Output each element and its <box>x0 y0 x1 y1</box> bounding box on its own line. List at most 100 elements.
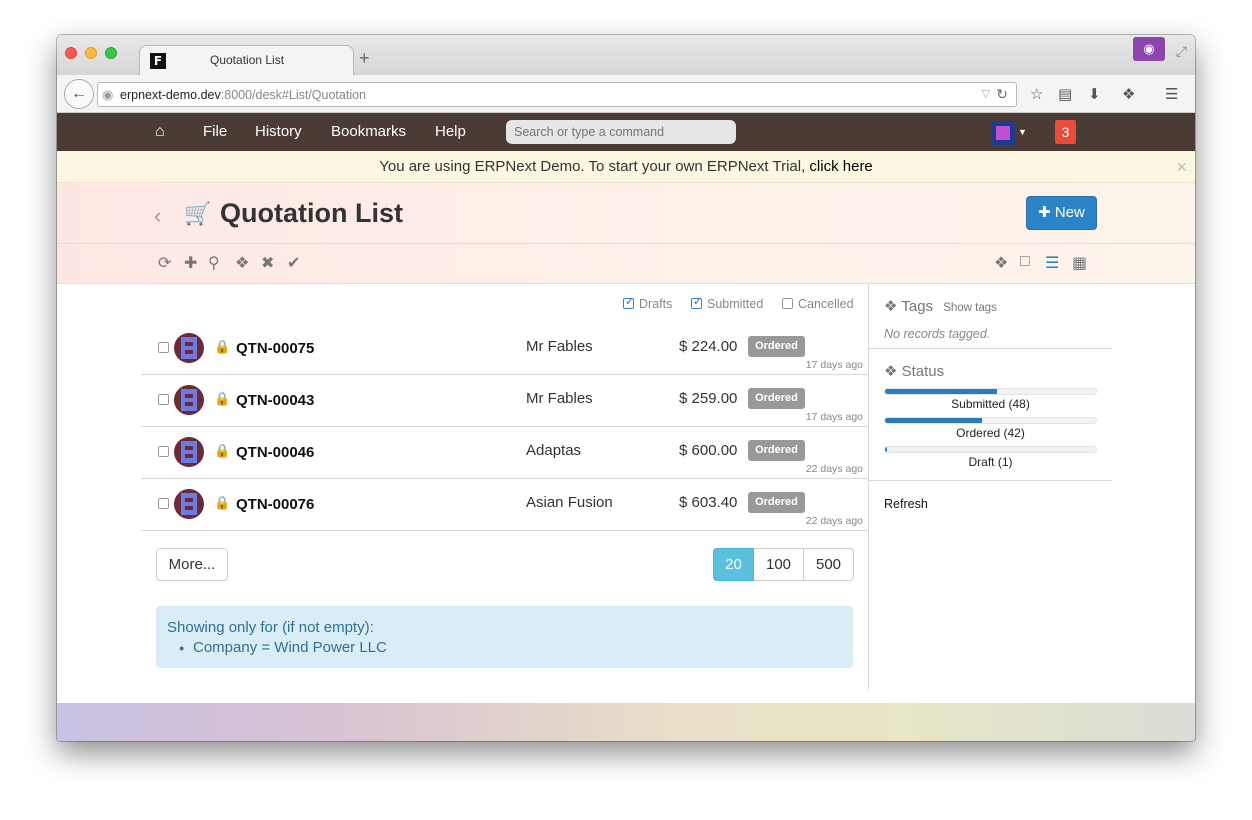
avatar <box>174 437 204 467</box>
default-filter-info: Showing only for (if not empty): Company… <box>156 606 853 668</box>
status-bar-ordered[interactable] <box>884 417 1097 424</box>
grand-total: $ 224.00 <box>679 338 738 355</box>
url-bar[interactable]: ◉ erpnext-demo.dev:8000/desk#List/Quotat… <box>97 82 1017 107</box>
row-checkbox[interactable] <box>158 394 169 405</box>
private-mask-icon[interactable]: ◉ <box>1133 37 1165 61</box>
filter-submitted-label: Submitted <box>707 297 764 311</box>
page-size-20[interactable]: 20 <box>713 548 754 581</box>
trial-link[interactable]: click here <box>809 158 872 175</box>
nav-history[interactable]: History <box>255 123 302 140</box>
modified-time: 22 days ago <box>805 463 863 475</box>
filter-submitted[interactable]: Submitted <box>691 295 764 311</box>
status-label-ordered[interactable]: Ordered (42) <box>884 426 1097 440</box>
fullscreen-icon[interactable]: ⤢ <box>1176 43 1187 60</box>
lock-icon: 🔒 <box>214 495 231 510</box>
tag-view-icon[interactable]: ❖ <box>994 253 1008 273</box>
nav-file[interactable]: File <box>203 123 227 140</box>
app-navbar: ⌂ File History Bookmarks Help ▼ 3 <box>57 113 1195 151</box>
list-row[interactable]: 🔒 QTN-00075 Mr Fables $ 224.00 Ordered 1… <box>141 323 869 375</box>
show-tags-link[interactable]: Show tags <box>943 302 997 314</box>
add-icon[interactable]: ✚ <box>184 253 197 273</box>
home-icon[interactable]: ⌂ <box>155 123 165 141</box>
close-icon[interactable]: × <box>1176 151 1187 183</box>
bookmark-star-icon[interactable]: ☆ <box>1030 85 1043 103</box>
status-badge[interactable]: Ordered <box>748 388 805 409</box>
search-icon[interactable]: ⚲ <box>208 253 220 273</box>
page-size-500[interactable]: 500 <box>804 548 854 581</box>
avatar <box>174 333 204 363</box>
minimize-window-button[interactable] <box>85 47 97 59</box>
user-avatar[interactable] <box>991 121 1015 145</box>
status-heading: Status <box>901 363 945 380</box>
status-bar-draft[interactable] <box>884 446 1097 453</box>
row-checkbox[interactable] <box>158 446 169 457</box>
footer-background <box>57 703 1195 741</box>
banner-text: You are using ERPNext Demo. To start you… <box>379 158 810 175</box>
tag-icon: ❖ <box>884 363 898 380</box>
filter-cancelled-label: Cancelled <box>798 297 854 311</box>
download-icon[interactable]: ⬇ <box>1088 85 1101 103</box>
close-window-button[interactable] <box>65 47 77 59</box>
status-badge[interactable]: Ordered <box>748 336 805 357</box>
row-checkbox[interactable] <box>158 342 169 353</box>
filter-drafts[interactable]: Drafts <box>623 295 672 311</box>
customer-name: Adaptas <box>526 442 582 459</box>
more-button[interactable]: More... <box>156 548 228 581</box>
list-view-icon[interactable]: ☰ <box>1045 253 1059 273</box>
submitted-checkbox[interactable] <box>691 295 702 309</box>
refresh-link[interactable]: Refresh <box>884 497 928 511</box>
awesome-search-input[interactable] <box>506 120 736 144</box>
status-bar-submitted[interactable] <box>884 388 1097 395</box>
back-chevron-icon[interactable]: ‹ <box>154 203 161 229</box>
status-label-draft[interactable]: Draft (1) <box>884 455 1097 469</box>
url-path: :8000/desk#List/Quotation <box>220 88 367 102</box>
url-text: erpnext-demo.dev:8000/desk#List/Quotatio… <box>120 88 366 102</box>
list-row[interactable]: 🔒 QTN-00076 Asian Fusion $ 603.40 Ordere… <box>141 479 869 531</box>
reading-list-icon[interactable]: ▤ <box>1058 85 1072 103</box>
url-dropdown-icon[interactable]: ▽ <box>982 87 990 100</box>
quotation-link[interactable]: QTN-00046 <box>236 444 314 461</box>
tag-icon: ❖ <box>884 298 898 315</box>
check-icon[interactable]: ✔ <box>287 253 300 273</box>
quotation-link[interactable]: QTN-00043 <box>236 392 314 409</box>
url-host: erpnext-demo.dev <box>120 88 221 102</box>
tab-strip: F Quotation List + ◉ ⤢ <box>57 35 1195 75</box>
new-tab-button[interactable]: + <box>359 48 370 69</box>
modified-time: 17 days ago <box>805 359 863 371</box>
browser-back-button[interactable]: ← <box>64 79 94 109</box>
quotation-link[interactable]: QTN-00076 <box>236 496 314 513</box>
delete-icon[interactable]: ✖ <box>261 253 274 273</box>
info-heading: Showing only for (if not empty): <box>167 619 374 636</box>
row-checkbox[interactable] <box>158 498 169 509</box>
grand-total: $ 259.00 <box>679 390 738 407</box>
notification-badge[interactable]: 3 <box>1055 120 1076 144</box>
list-row[interactable]: 🔒 QTN-00043 Mr Fables $ 259.00 Ordered 1… <box>141 375 869 427</box>
extension-icon[interactable]: ❖ <box>1122 85 1135 103</box>
status-badge[interactable]: Ordered <box>748 492 805 513</box>
report-view-icon[interactable]: □ <box>1020 253 1030 271</box>
zoom-window-button[interactable] <box>105 47 117 59</box>
modified-time: 22 days ago <box>805 515 863 527</box>
refresh-icon[interactable]: ⟳ <box>158 253 171 273</box>
menu-icon[interactable]: ☰ <box>1165 85 1178 103</box>
status-bar-fill <box>885 389 997 394</box>
drafts-checkbox[interactable] <box>623 295 634 309</box>
nav-bookmarks[interactable]: Bookmarks <box>331 123 406 140</box>
list-sidebar: ❖ Tags Show tags No records tagged. ❖ St… <box>868 284 1112 689</box>
quotation-link[interactable]: QTN-00075 <box>236 340 314 357</box>
page-size-100[interactable]: 100 <box>754 548 804 581</box>
globe-icon: ◉ <box>102 87 114 102</box>
filter-cancelled[interactable]: Cancelled <box>782 297 854 311</box>
nav-help[interactable]: Help <box>435 123 466 140</box>
grid-view-icon[interactable]: ▦ <box>1072 253 1087 273</box>
status-label-submitted[interactable]: Submitted (48) <box>884 397 1097 411</box>
list-row[interactable]: 🔒 QTN-00046 Adaptas $ 600.00 Ordered 22 … <box>141 427 869 479</box>
reload-icon[interactable]: ↻ <box>996 86 1008 103</box>
browser-tab[interactable]: F Quotation List <box>139 45 354 75</box>
status-badge[interactable]: Ordered <box>748 440 805 461</box>
tag-icon[interactable]: ❖ <box>235 253 249 273</box>
cancelled-checkbox[interactable] <box>782 298 793 309</box>
new-button[interactable]: ✚ New <box>1026 196 1097 230</box>
chevron-down-icon[interactable]: ▼ <box>1018 127 1027 137</box>
shopping-cart-icon: 🛒 <box>184 201 212 226</box>
